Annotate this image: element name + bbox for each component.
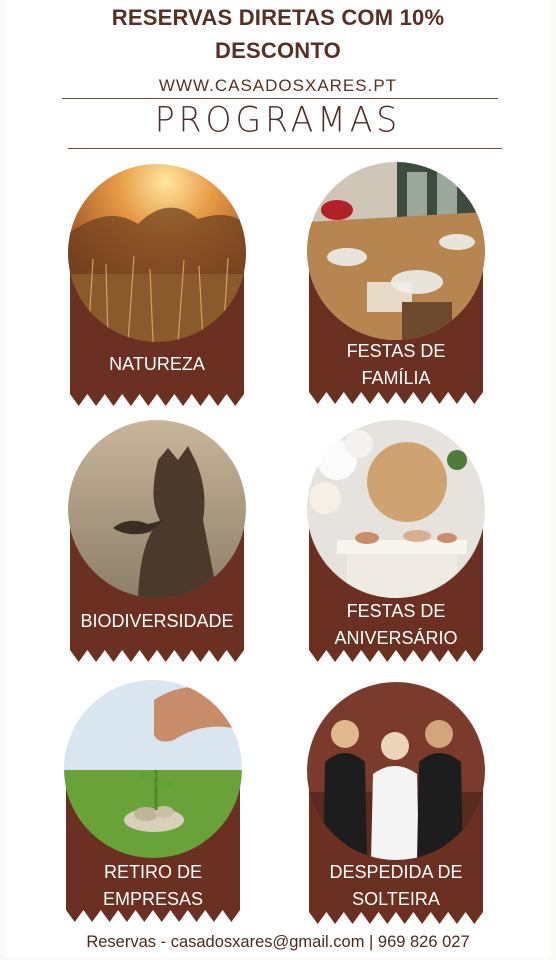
photo-dining-table bbox=[307, 162, 485, 340]
program-label-line-2: ANIVERSÁRIO bbox=[334, 628, 458, 648]
photo-hand-plant-coins bbox=[64, 680, 242, 858]
program-label: BIODIVERSIDADE bbox=[80, 611, 234, 631]
program-label: NATUREZA bbox=[109, 354, 205, 374]
photo-party-balloons bbox=[307, 420, 485, 598]
program-card-festas-familia[interactable]: FESTAS DE FAMÍLIA bbox=[307, 162, 485, 404]
program-label-line-1: FESTAS DE bbox=[346, 601, 446, 621]
photo-sunset-meadow bbox=[68, 164, 246, 342]
photo-bride-friends bbox=[307, 682, 485, 860]
program-card-despedida-solteira[interactable]: DESPEDIDA DE SOLTEIRA bbox=[307, 682, 485, 924]
footer-contact[interactable]: Reservas - casadosxares@gmail.com | 969 … bbox=[0, 933, 556, 952]
program-card-festas-aniversario[interactable]: FESTAS DE ANIVERSÁRIO bbox=[307, 420, 485, 662]
program-label-line-2: FAMÍLIA bbox=[361, 368, 431, 388]
headline-line-2: DESCONTO bbox=[215, 38, 341, 63]
program-label-line-2: EMPRESAS bbox=[102, 889, 204, 909]
photo-deer-and-bird bbox=[68, 420, 246, 598]
section-title: PROGRAMAS bbox=[154, 99, 402, 140]
website-link[interactable]: WWW.CASADOSXARES.PT bbox=[0, 76, 556, 96]
headline-line-1: RESERVAS DIRETAS COM 10% bbox=[111, 5, 445, 30]
program-label-line-1: RETIRO DE bbox=[103, 862, 202, 882]
program-label-line-1: DESPEDIDA DE bbox=[329, 862, 463, 882]
program-card-biodiversidade[interactable]: BIODIVERSIDADE bbox=[68, 420, 246, 662]
program-label-line-1: FESTAS DE bbox=[346, 341, 446, 361]
program-label-line-2: SOLTEIRA bbox=[352, 889, 440, 909]
program-card-natureza[interactable]: NATUREZA bbox=[68, 164, 246, 406]
divider-bottom bbox=[68, 148, 502, 149]
program-card-retiro-empresas[interactable]: RETIRO DE EMPRESAS bbox=[64, 680, 242, 922]
